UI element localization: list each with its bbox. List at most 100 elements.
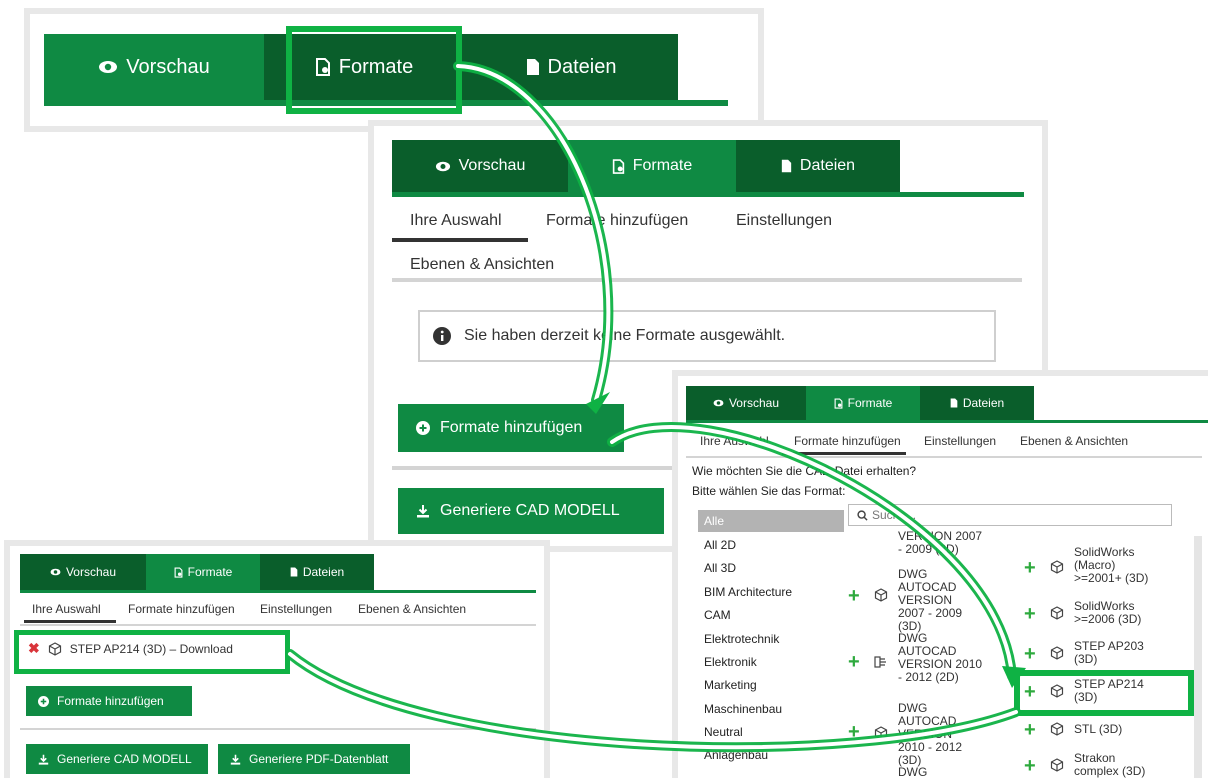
generate-pdf-button[interactable]: Generiere PDF-Datenblatt — [218, 744, 410, 774]
tab-formats-label: Formate — [632, 157, 693, 174]
format-item: STEP AP203 (3D) — [1074, 639, 1144, 666]
file-icon — [950, 398, 958, 408]
format-item: DWG — [898, 765, 928, 778]
cube-icon — [874, 726, 888, 740]
panel-format-picker: Vorschau Formate Dateien Ihre Auswahl Fo… — [678, 376, 1208, 778]
add-formats-button[interactable]: Formate hinzufügen — [26, 686, 192, 716]
category-item[interactable]: Alle — [704, 514, 724, 528]
picker-instruction: Bitte wählen Sie das Format: — [692, 484, 846, 498]
divider — [686, 456, 1202, 458]
format-item: STL (3D) — [1074, 722, 1123, 736]
tab-preview-label: Vorschau — [126, 55, 210, 78]
tab-preview-label: Vorschau — [728, 396, 780, 410]
category-item[interactable]: CAM — [704, 608, 731, 622]
tab-preview[interactable]: Vorschau — [686, 386, 806, 420]
file-icon — [526, 58, 540, 76]
category-item[interactable]: Marketing — [704, 678, 757, 692]
cube-icon — [874, 588, 888, 602]
download-icon — [416, 504, 430, 518]
tab-files-label: Dateien — [547, 55, 617, 78]
info-icon — [432, 326, 452, 346]
file-settings-icon — [612, 158, 625, 174]
subtab-add[interactable]: Formate hinzufügen — [546, 212, 688, 230]
tab-preview-label: Vorschau — [65, 565, 117, 579]
tab-formats-label: Formate — [187, 565, 233, 579]
subtab-selection[interactable]: Ihre Auswahl — [32, 602, 101, 616]
tab-files-label: Dateien — [302, 565, 345, 579]
download-icon — [230, 754, 241, 765]
category-item[interactable]: Maschinenbau — [704, 702, 782, 716]
tab-preview[interactable]: Vorschau — [392, 140, 568, 192]
category-item[interactable]: All 2D — [704, 538, 736, 552]
tab-files[interactable]: Dateien — [920, 386, 1034, 420]
highlight-step-ap214 — [1014, 670, 1194, 716]
search-icon — [857, 509, 868, 521]
subtab-layers[interactable]: Ebenen & Ansichten — [410, 256, 554, 274]
eye-icon — [98, 60, 118, 74]
add-format-button[interactable]: + — [1024, 604, 1036, 624]
cube-icon — [1050, 722, 1064, 736]
format-item: DWG AUTOCAD VERSION 2007 - 2009 (3D) — [898, 567, 963, 633]
subtab-selection[interactable]: Ihre Auswahl — [700, 434, 769, 448]
format-item: Strakon complex (3D) — [1074, 751, 1146, 778]
category-item[interactable]: Elektrotechnik — [704, 632, 779, 646]
tab-formats[interactable]: Formate — [146, 554, 260, 590]
file-icon — [781, 159, 792, 173]
tab-files[interactable]: Dateien — [464, 34, 678, 100]
tab-formats[interactable]: Formate — [806, 386, 920, 420]
subtab-settings[interactable]: Einstellungen — [924, 434, 996, 448]
subtab-layers[interactable]: Ebenen & Ansichten — [358, 602, 466, 616]
generate-cad-button[interactable]: Generiere CAD MODELL — [26, 744, 208, 774]
generate-cad-label: Generiere CAD MODELL — [57, 752, 192, 766]
generate-cad-button[interactable]: Generiere CAD MODELL — [398, 488, 664, 534]
tab-files[interactable]: Dateien — [736, 140, 900, 192]
subtab-selection[interactable]: Ihre Auswahl — [410, 212, 502, 230]
eye-icon — [435, 161, 451, 172]
add-format-button[interactable]: + — [848, 652, 860, 672]
add-format-button[interactable]: + — [1024, 644, 1036, 664]
file-settings-icon — [834, 397, 843, 409]
tab-preview-label: Vorschau — [458, 157, 526, 174]
tab-underline — [20, 590, 536, 593]
category-item[interactable]: Elektronik — [704, 655, 757, 669]
add-format-button[interactable]: + — [848, 586, 860, 606]
tab-preview[interactable]: Vorschau — [20, 554, 146, 590]
subtab-add[interactable]: Formate hinzufügen — [128, 602, 235, 616]
tab-files-label: Dateien — [962, 396, 1005, 410]
tab-formats-label: Formate — [847, 396, 893, 410]
category-item[interactable]: BIM Architecture — [704, 585, 792, 599]
file-settings-icon — [174, 566, 183, 578]
scrollbar[interactable] — [1194, 536, 1202, 778]
add-format-button[interactable]: + — [848, 722, 860, 742]
cube-icon — [1050, 758, 1064, 772]
format-item: SolidWorks (Macro) >=2001+ (3D) — [1074, 545, 1149, 585]
highlight-formats-tab — [286, 26, 462, 114]
category-item[interactable]: All 3D — [704, 561, 736, 575]
format-item: SolidWorks >=2006 (3D) — [1074, 599, 1142, 626]
cube-icon — [1050, 606, 1064, 620]
divider — [20, 728, 536, 730]
layers-icon — [874, 656, 888, 668]
category-item[interactable]: Neutral — [704, 725, 743, 739]
tab-files[interactable]: Dateien — [260, 554, 374, 590]
active-subtab-underline — [782, 452, 906, 455]
download-icon — [38, 754, 49, 765]
picker-question: Wie möchten Sie die CAD-Datei erhalten? — [692, 464, 917, 478]
subtab-add[interactable]: Formate hinzufügen — [794, 434, 901, 448]
add-formats-label: Formate hinzufügen — [57, 694, 164, 708]
tab-preview[interactable]: Vorschau — [44, 34, 264, 100]
subtab-settings[interactable]: Einstellungen — [736, 212, 832, 230]
subtab-settings[interactable]: Einstellungen — [260, 602, 332, 616]
add-format-button[interactable]: + — [1024, 720, 1036, 740]
subtab-layers[interactable]: Ebenen & Ansichten — [1020, 434, 1128, 448]
search-input[interactable]: Suche... — [848, 504, 1172, 526]
add-format-button[interactable]: + — [1024, 558, 1036, 578]
add-formats-button[interactable]: Formate hinzufügen — [398, 404, 624, 452]
eye-icon — [713, 399, 724, 407]
plus-circle-icon — [38, 695, 49, 707]
active-subtab-underline — [24, 620, 116, 623]
add-format-button[interactable]: + — [1024, 756, 1036, 776]
category-item[interactable]: Anlagenbau — [704, 748, 768, 762]
tab-underline — [686, 420, 1208, 423]
tab-formats[interactable]: Formate — [568, 140, 736, 192]
